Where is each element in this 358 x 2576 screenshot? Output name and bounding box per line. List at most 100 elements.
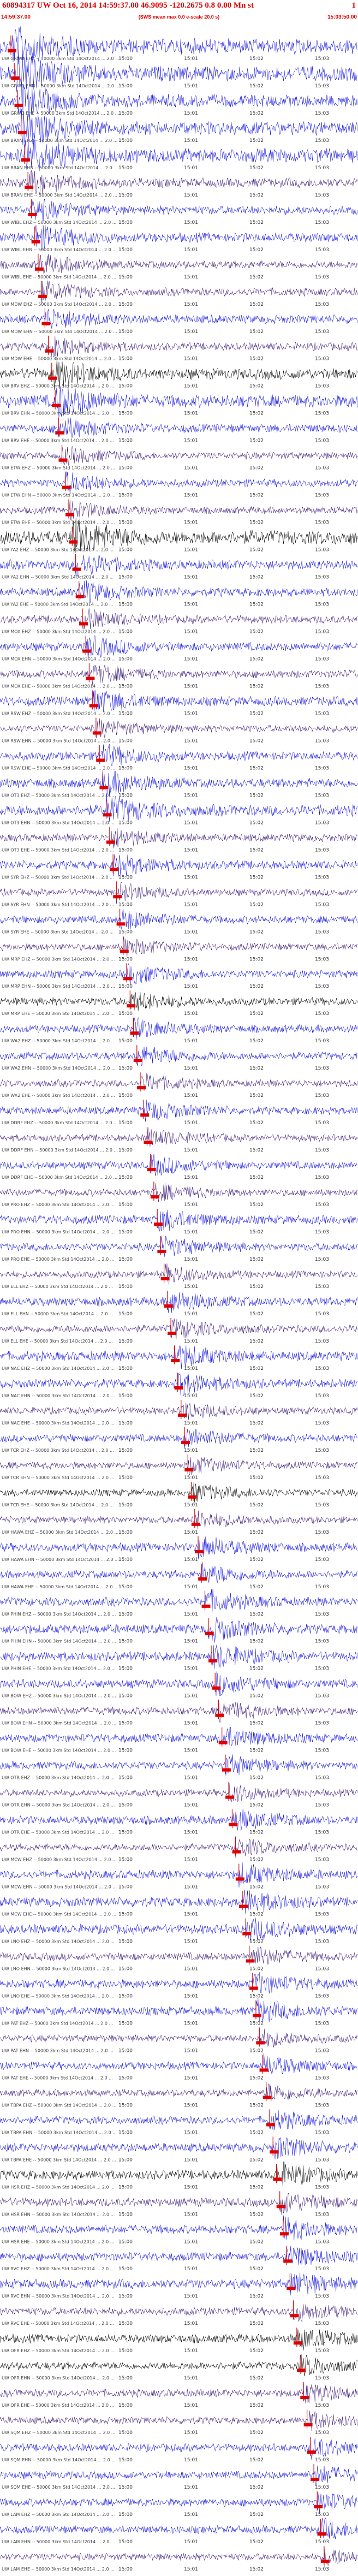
time-tick-label: 15:01: [184, 1366, 198, 1372]
time-tick-label: 15:01: [184, 1339, 198, 1344]
time-tick-label: 15:01: [184, 2266, 198, 2272]
time-tick-label: 15:00: [118, 1175, 133, 1180]
station-label: UW OTR EHE -- 50000 3km Std 14Oct2014 ..…: [2, 1830, 114, 1835]
trace-row: UW ETW EHN -- 50000 3km Std 14Oct2014 ..…: [0, 471, 358, 498]
trace-row: UW MDW EHN -- 50000 3km Std 14Oct2014 ..…: [0, 308, 358, 335]
station-label: UW BOW EHN -- 50000 3km Std 14Oct2014 ..…: [2, 1721, 116, 1726]
time-tick-label: 15:00: [118, 793, 133, 798]
phase-pick-marker: [317, 2532, 326, 2536]
time-tick-label: 15:03: [315, 1666, 329, 1672]
waveform: [0, 500, 358, 521]
time-tick-label: 15:03: [315, 1202, 329, 1208]
time-tick-label: 15:00: [118, 1885, 133, 1890]
phase-pick-marker: [65, 513, 74, 517]
time-tick-label: 15:02: [249, 2157, 264, 2163]
phase-pick-marker: [96, 758, 105, 762]
time-tick-label: 15:01: [184, 1311, 198, 1317]
time-tick-label: 15:01: [184, 1038, 198, 1044]
time-tick-label: 15:02: [249, 1066, 264, 1071]
time-tick-label: 15:01: [184, 2075, 198, 2081]
time-tick-label: 15:03: [315, 56, 329, 62]
waveform: [0, 554, 358, 577]
waveform: [0, 224, 358, 251]
time-tick-label: 15:01: [184, 138, 198, 144]
phase-pick-marker: [266, 2123, 275, 2127]
waveform: [0, 1403, 358, 1420]
time-tick-label: 15:01: [184, 929, 198, 935]
time-tick-label: 15:01: [184, 1257, 198, 1262]
trace-row: UW NAC EHN -- 50000 3km Std 14Oct2014 ..…: [0, 1372, 358, 1399]
station-label: UW DDRF EHE -- 50000 3km Std 14Oct2014 .…: [2, 1175, 117, 1180]
time-tick-label: 15:00: [118, 357, 133, 362]
trace-row: UW NAC EHE -- 50000 3km Std 14Oct2014 ..…: [0, 1399, 358, 1426]
time-tick-label: 15:00: [118, 820, 133, 826]
time-tick-label: 15:03: [315, 1803, 329, 1808]
time-tick-label: 15:01: [184, 1885, 198, 1890]
station-label: UW ELL EHN -- 50000 3km Std 14Oct2014 ..…: [2, 1311, 114, 1316]
time-tick-label: 15:00: [118, 2539, 133, 2545]
time-tick-label: 15:00: [118, 1803, 133, 1808]
station-label: UW PHIN EHN -- 50000 3km Std 14Oct2014 .…: [2, 1639, 116, 1644]
time-tick-label: 15:00: [118, 1148, 133, 1153]
time-tick-label: 15:02: [249, 2567, 264, 2572]
time-tick-label: 15:01: [184, 2348, 198, 2354]
trace-row: UW DDRF EHE -- 50000 3km Std 14Oct2014 .…: [0, 1153, 358, 1180]
time-tick-label: 15:02: [249, 902, 264, 907]
waveform: [0, 608, 358, 630]
time-tick-label: 15:01: [184, 2294, 198, 2299]
time-tick-label: 15:03: [315, 2212, 329, 2217]
time-tick-label: 15:00: [118, 1202, 133, 1208]
trace-row: UW ELL EHZ -- 50000 3km Std 14Oct2014 ..…: [0, 1263, 358, 1290]
trace-row: UW PAT EHE -- 50000 3km Std 14Oct2014 ..…: [0, 2053, 358, 2081]
station-label: UW SQM EHE -- 50000 3km Std 14Oct2014 ..…: [2, 2485, 115, 2490]
trace-row: UW RSW EHN -- 50000 3km Std 14Oct2014 ..…: [0, 717, 358, 744]
time-tick-label: 15:02: [249, 793, 264, 798]
time-tick-label: 15:02: [249, 1120, 264, 1126]
time-tick-label: 15:02: [249, 247, 264, 253]
station-label: UW LNO EHE -- 50000 3km Std 14Oct2014 ..…: [2, 1994, 114, 1999]
phase-pick-marker: [222, 1768, 231, 1772]
phase-pick-marker: [164, 1304, 173, 1308]
waveform: [0, 1754, 358, 1776]
time-tick-label: 15:03: [315, 438, 329, 444]
time-tick-label: 15:03: [315, 957, 329, 962]
time-tick-label: 15:01: [184, 357, 198, 362]
trace-row: UW TBPA EHN -- 50000 3km Std 14Oct2014 .…: [0, 2109, 358, 2135]
station-label: UW BOW EHE -- 50000 3km Std 14Oct2014 ..…: [2, 1748, 116, 1753]
time-tick-label: 15:02: [249, 630, 264, 635]
phase-pick-marker: [300, 2396, 309, 2400]
phase-pick-marker: [34, 267, 44, 271]
time-tick-label: 15:02: [249, 384, 264, 389]
trace-row: UW BOW EHZ -- 50000 3km Std 14Oct2014 ..…: [0, 1671, 358, 1699]
phase-pick-marker: [8, 49, 16, 52]
station-label: UW OTR EHZ -- 50000 3km Std 14Oct2014 ..…: [2, 1776, 115, 1780]
station-label: UW SYR EHZ -- 50000 3km Std 14Oct2014 ..…: [2, 875, 114, 880]
phase-pick-marker: [259, 2068, 268, 2072]
time-tick-label: 15:03: [315, 2021, 329, 2026]
time-tick-label: 15:03: [315, 357, 329, 362]
time-tick-label: 15:00: [118, 2075, 133, 2081]
waveform: [0, 2304, 358, 2323]
time-tick-label: 15:02: [249, 1721, 264, 1726]
trace-row: UW OTR EHZ -- 50000 3km Std 14Oct2014 ..…: [0, 1754, 358, 1781]
trace-row: UW WA2 EHZ -- 50000 3km Std 14Oct2014 ..…: [0, 1017, 358, 1044]
trace-row: UW BRV EHE -- 50000 3km Std 14Oct2014 ..…: [0, 417, 358, 444]
time-tick-label: 15:03: [315, 384, 329, 389]
waveform: [0, 2246, 358, 2265]
time-tick-label: 15:03: [315, 1830, 329, 1836]
phase-pick-marker: [144, 1141, 153, 1144]
time-tick-label: 15:03: [315, 1120, 329, 1126]
phase-pick-marker: [215, 1713, 224, 1717]
time-tick-label: 15:00: [118, 1967, 133, 1972]
phase-pick-marker: [55, 431, 64, 435]
trace-row: UW OT3 EHE -- 50000 3km Std 14Oct2014 ..…: [0, 827, 358, 853]
time-tick-label: 15:01: [184, 56, 198, 62]
phase-pick-marker: [72, 567, 81, 571]
time-tick-label: 15:01: [184, 411, 198, 417]
time-tick-label: 15:01: [184, 2185, 198, 2190]
time-tick-label: 15:01: [184, 302, 198, 307]
time-tick-label: 15:02: [249, 1311, 264, 1317]
time-tick-label: 15:02: [249, 2348, 264, 2354]
time-tick-label: 15:03: [315, 1257, 329, 1262]
waveform: [0, 1972, 358, 1994]
